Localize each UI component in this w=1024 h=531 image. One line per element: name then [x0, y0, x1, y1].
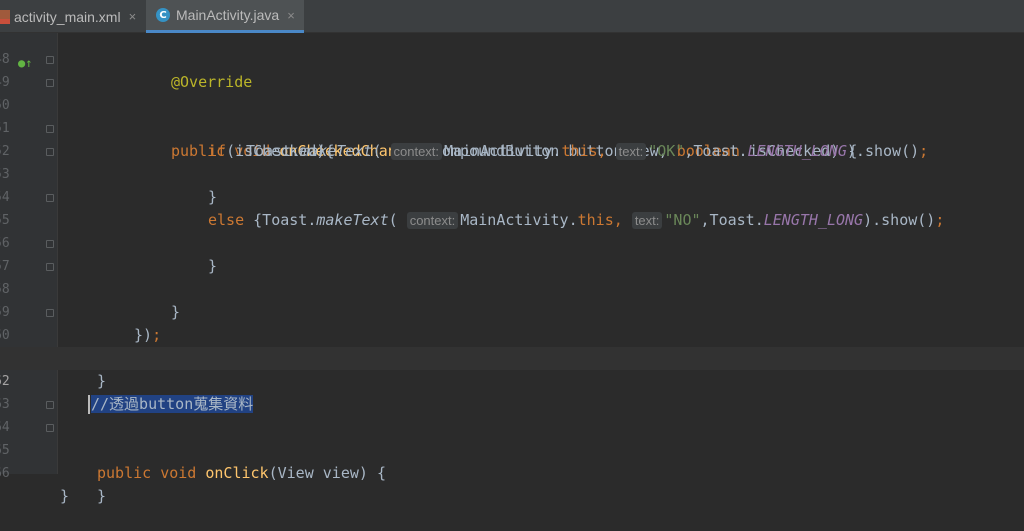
code-editor[interactable]: 48 @Override 49 ●↑ public void onChecked… — [0, 33, 1024, 505]
xml-file-icon — [0, 9, 10, 24]
code-line: 60 } — [0, 301, 1024, 390]
close-icon[interactable]: × — [129, 9, 137, 24]
code-line: 55 } — [0, 186, 1024, 275]
code-line: 61 — [0, 324, 1024, 366]
fold-marker-icon[interactable] — [46, 125, 54, 133]
tab-label: MainActivity.java — [176, 7, 280, 23]
code-line: 52 } — [0, 117, 1024, 206]
current-code-line: 62 //透過button蒐集資料 — [0, 347, 1024, 414]
java-class-icon: C — [156, 8, 170, 22]
code-line: 57 } — [0, 232, 1024, 321]
keyword: void — [160, 464, 197, 482]
code-line: 58 }); — [0, 255, 1024, 344]
fold-marker-icon[interactable] — [46, 148, 54, 156]
fold-marker-icon[interactable] — [46, 240, 54, 248]
code-line: 66 } — [0, 439, 1024, 505]
fold-marker-icon[interactable] — [46, 401, 54, 409]
fold-marker-icon[interactable] — [46, 309, 54, 317]
keyword: public — [97, 464, 152, 482]
code-text: (View view) { — [268, 464, 386, 482]
close-icon[interactable]: × — [287, 8, 295, 23]
fold-marker-icon[interactable] — [46, 56, 54, 64]
fold-marker-icon[interactable] — [46, 424, 54, 432]
fold-marker-icon[interactable] — [46, 194, 54, 202]
code-line: 63 — [0, 370, 1024, 412]
code-line: 51 Toast.makeText( context:MainActivity.… — [0, 94, 1024, 160]
code-line: 50 if(isChecked){ — [0, 71, 1024, 160]
fold-marker-icon[interactable] — [46, 263, 54, 271]
code-line: 64 public void onClick(View view) { — [0, 393, 1024, 482]
code-line: 65 } — [0, 416, 1024, 505]
method-name: onClick — [205, 464, 269, 482]
code-line: 53 else {Toast.makeText( context:MainAct… — [0, 140, 1024, 229]
code-line: 48 @Override — [0, 25, 1024, 91]
fold-marker-icon[interactable] — [46, 79, 54, 87]
code-line: 54 — [0, 163, 1024, 205]
code-text: } — [60, 487, 70, 505]
code-line: 56 — [0, 209, 1024, 251]
code-line: 59 — [0, 278, 1024, 320]
code-text: } — [97, 487, 107, 505]
code-line: 49 ●↑ public void onCheckedChanged(Compo… — [0, 48, 1024, 160]
tab-label: activity_main.xml — [14, 8, 121, 25]
